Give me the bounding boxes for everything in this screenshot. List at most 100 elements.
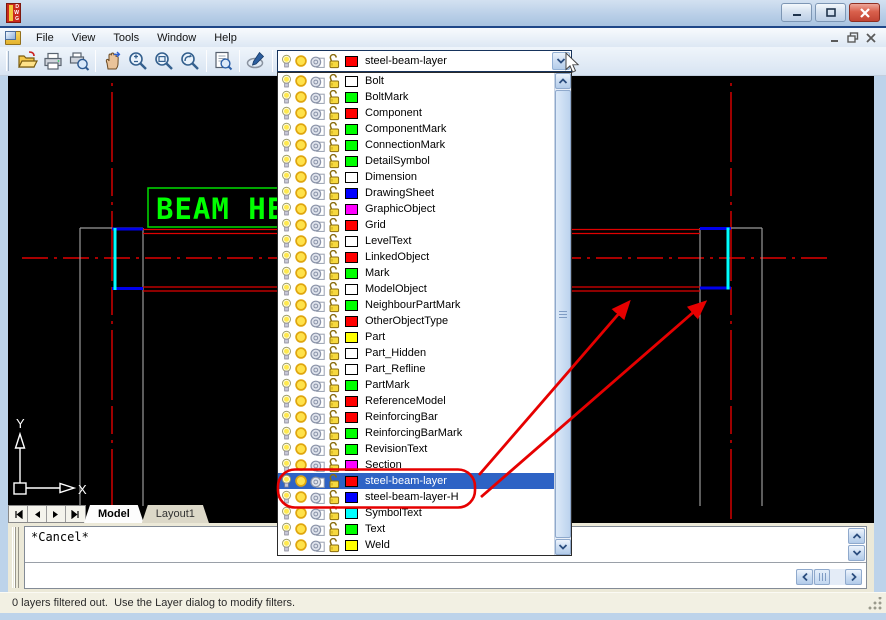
layer-unlock-icon[interactable] bbox=[327, 490, 341, 505]
layer-viewport-freeze-icon[interactable] bbox=[310, 282, 325, 297]
toolbar-grip[interactable] bbox=[6, 51, 9, 71]
last-tab-button[interactable] bbox=[66, 506, 85, 522]
layer-viewport-freeze-icon[interactable] bbox=[310, 410, 325, 425]
layer-list-item[interactable]: ComponentMark bbox=[278, 121, 554, 137]
layer-list-item[interactable]: Grid bbox=[278, 217, 554, 233]
layer-on-bulb-icon[interactable] bbox=[281, 218, 292, 233]
layer-thaw-sun-icon[interactable] bbox=[294, 298, 308, 312]
layer-list-item[interactable]: OtherObjectType bbox=[278, 313, 554, 329]
layer-on-bulb-icon[interactable] bbox=[281, 522, 292, 537]
layer-viewport-freeze-icon[interactable] bbox=[310, 138, 325, 153]
layer-viewport-freeze-icon[interactable] bbox=[310, 122, 325, 137]
scroll-thumb[interactable] bbox=[814, 569, 830, 585]
mdi-restore-icon[interactable] bbox=[847, 32, 859, 43]
layer-on-bulb-icon[interactable] bbox=[281, 314, 292, 329]
layer-unlock-icon[interactable] bbox=[327, 282, 341, 297]
layer-thaw-sun-icon[interactable] bbox=[294, 474, 308, 488]
layer-unlock-icon[interactable] bbox=[327, 442, 341, 457]
menu-item-file[interactable]: File bbox=[27, 30, 63, 46]
layer-on-bulb-icon[interactable] bbox=[281, 202, 292, 217]
layer-viewport-freeze-icon[interactable] bbox=[310, 362, 325, 377]
layer-on-bulb-icon[interactable] bbox=[281, 250, 292, 265]
layer-on-bulb-icon[interactable] bbox=[281, 186, 292, 201]
layer-viewport-freeze-icon[interactable] bbox=[310, 426, 325, 441]
layer-viewport-freeze-icon[interactable] bbox=[310, 506, 325, 521]
pan-button[interactable] bbox=[99, 49, 125, 73]
layer-unlock-icon[interactable] bbox=[327, 90, 341, 105]
layer-on-bulb-icon[interactable] bbox=[281, 474, 292, 489]
layer-thaw-sun-icon[interactable] bbox=[294, 74, 308, 88]
layer-thaw-sun-icon[interactable] bbox=[294, 346, 308, 360]
resize-grip[interactable] bbox=[867, 597, 882, 610]
layer-thaw-sun-icon[interactable] bbox=[294, 506, 308, 520]
layer-thaw-sun-icon[interactable] bbox=[294, 522, 308, 536]
layer-viewport-freeze-icon[interactable] bbox=[310, 442, 325, 457]
layer-thaw-sun-icon[interactable] bbox=[294, 378, 308, 392]
layer-viewport-freeze-icon[interactable] bbox=[310, 378, 325, 393]
layer-viewport-freeze-icon[interactable] bbox=[310, 202, 325, 217]
layer-unlock-icon[interactable] bbox=[327, 314, 341, 329]
layer-viewport-freeze-icon[interactable] bbox=[310, 218, 325, 233]
layer-unlock-icon[interactable] bbox=[327, 138, 341, 153]
minimize-button[interactable] bbox=[781, 3, 812, 22]
menu-item-window[interactable]: Window bbox=[148, 30, 205, 46]
combo-dropdown-button[interactable] bbox=[552, 52, 570, 70]
layer-viewport-freeze-icon[interactable] bbox=[310, 234, 325, 249]
layer-unlock-icon[interactable] bbox=[327, 170, 341, 185]
layer-on-bulb-icon[interactable] bbox=[281, 234, 292, 249]
tab-layout1[interactable]: Layout1 bbox=[142, 505, 209, 523]
layer-on-bulb-icon[interactable] bbox=[281, 378, 292, 393]
layer-on-bulb-icon[interactable] bbox=[281, 410, 292, 425]
layer-unlock-icon[interactable] bbox=[327, 410, 341, 425]
layer-on-bulb-icon[interactable] bbox=[281, 170, 292, 185]
layer-viewport-freeze-icon[interactable] bbox=[310, 186, 325, 201]
layer-viewport-freeze-icon[interactable] bbox=[310, 314, 325, 329]
scroll-track[interactable] bbox=[830, 569, 845, 585]
first-tab-button[interactable] bbox=[9, 506, 28, 522]
layer-thaw-sun-icon[interactable] bbox=[294, 250, 308, 264]
layer-viewport-freeze-icon[interactable] bbox=[310, 106, 325, 121]
layer-thaw-sun-icon[interactable] bbox=[294, 234, 308, 248]
layer-list-item[interactable]: GraphicObject bbox=[278, 201, 554, 217]
mdi-minimize-icon[interactable] bbox=[830, 33, 840, 43]
layer-on-bulb-icon[interactable] bbox=[281, 506, 292, 521]
layer-list-item[interactable]: Weld bbox=[278, 537, 554, 553]
layer-thaw-sun-icon[interactable] bbox=[294, 362, 308, 376]
layer-thaw-sun-icon[interactable] bbox=[294, 410, 308, 424]
layer-list-item[interactable]: Text bbox=[278, 521, 554, 537]
layer-thaw-sun-icon[interactable] bbox=[294, 266, 308, 280]
layer-unlock-icon[interactable] bbox=[327, 234, 341, 249]
open-button[interactable] bbox=[14, 49, 40, 73]
layer-thaw-sun-icon[interactable] bbox=[294, 314, 308, 328]
layer-on-bulb-icon[interactable] bbox=[281, 298, 292, 313]
layer-list-item[interactable]: ReinforcingBarMark bbox=[278, 425, 554, 441]
layer-on-bulb-icon[interactable] bbox=[281, 266, 292, 281]
layer-unlock-icon[interactable] bbox=[327, 202, 341, 217]
layer-on-bulb-icon[interactable] bbox=[281, 330, 292, 345]
layer-unlock-icon[interactable] bbox=[327, 330, 341, 345]
layer-on-bulb-icon[interactable] bbox=[281, 490, 292, 505]
layer-unlock-icon[interactable] bbox=[327, 346, 341, 361]
next-tab-button[interactable] bbox=[47, 506, 66, 522]
layer-thaw-sun-icon[interactable] bbox=[294, 394, 308, 408]
layer-thaw-sun-icon[interactable] bbox=[294, 426, 308, 440]
layer-viewport-freeze-icon[interactable] bbox=[310, 346, 325, 361]
layer-unlock-icon[interactable] bbox=[327, 362, 341, 377]
layer-on-bulb-icon[interactable] bbox=[281, 362, 292, 377]
layer-list-item[interactable]: PartMark bbox=[278, 377, 554, 393]
layer-unlock-icon[interactable] bbox=[327, 186, 341, 201]
layer-on-bulb-icon[interactable] bbox=[281, 90, 292, 105]
find-button[interactable] bbox=[210, 49, 236, 73]
layer-viewport-freeze-icon[interactable] bbox=[310, 538, 325, 553]
layer-list-item[interactable]: steel-beam-layer bbox=[278, 473, 554, 489]
scroll-up-button[interactable] bbox=[555, 73, 571, 89]
layer-thaw-sun-icon[interactable] bbox=[294, 442, 308, 456]
layer-viewport-freeze-icon[interactable] bbox=[310, 54, 325, 69]
layer-viewport-freeze-icon[interactable] bbox=[310, 170, 325, 185]
layer-viewport-freeze-icon[interactable] bbox=[310, 250, 325, 265]
layer-thaw-sun-icon[interactable] bbox=[294, 186, 308, 200]
layer-list-item[interactable]: LevelText bbox=[278, 233, 554, 249]
command-input-line[interactable] bbox=[25, 563, 866, 588]
layer-list-item[interactable]: Bolt bbox=[278, 73, 554, 89]
layer-on-bulb-icon[interactable] bbox=[281, 458, 292, 473]
